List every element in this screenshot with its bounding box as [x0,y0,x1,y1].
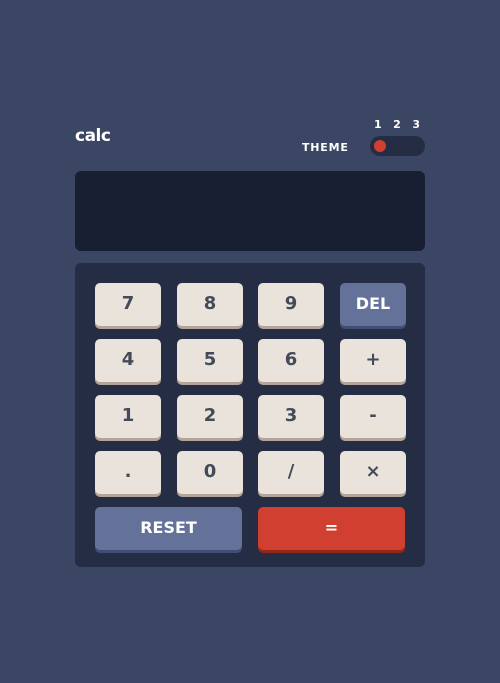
minus-button[interactable]: - [340,395,406,438]
key-8[interactable]: 8 [177,283,243,326]
key-2[interactable]: 2 [177,395,243,438]
theme-option-1[interactable]: 1 [374,118,382,131]
calculator: calc THEME 1 2 3 7 8 9 DEL 4 5 6 + 1 2 3… [75,117,425,567]
multiply-button[interactable]: × [340,451,406,494]
theme-numbers: 1 2 3 [370,118,425,131]
calculator-header: calc THEME 1 2 3 [75,117,425,157]
theme-toggle-knob[interactable] [374,140,386,152]
plus-button[interactable]: + [340,339,406,382]
key-0[interactable]: 0 [177,451,243,494]
keypad: 7 8 9 DEL 4 5 6 + 1 2 3 - . 0 / × RESET … [75,263,425,567]
equals-button[interactable]: = [258,507,405,550]
calculator-display [75,171,425,251]
theme-option-2[interactable]: 2 [393,118,401,131]
theme-option-3[interactable]: 3 [412,118,420,131]
delete-button[interactable]: DEL [340,283,406,326]
theme-toggle[interactable] [370,136,425,156]
reset-button[interactable]: RESET [95,507,242,550]
key-9[interactable]: 9 [258,283,324,326]
key-1[interactable]: 1 [95,395,161,438]
decimal-button[interactable]: . [95,451,161,494]
key-7[interactable]: 7 [95,283,161,326]
app-logo: calc [75,126,111,146]
key-5[interactable]: 5 [177,339,243,382]
key-3[interactable]: 3 [258,395,324,438]
key-4[interactable]: 4 [95,339,161,382]
theme-label: THEME [302,141,349,154]
key-6[interactable]: 6 [258,339,324,382]
divide-button[interactable]: / [258,451,324,494]
